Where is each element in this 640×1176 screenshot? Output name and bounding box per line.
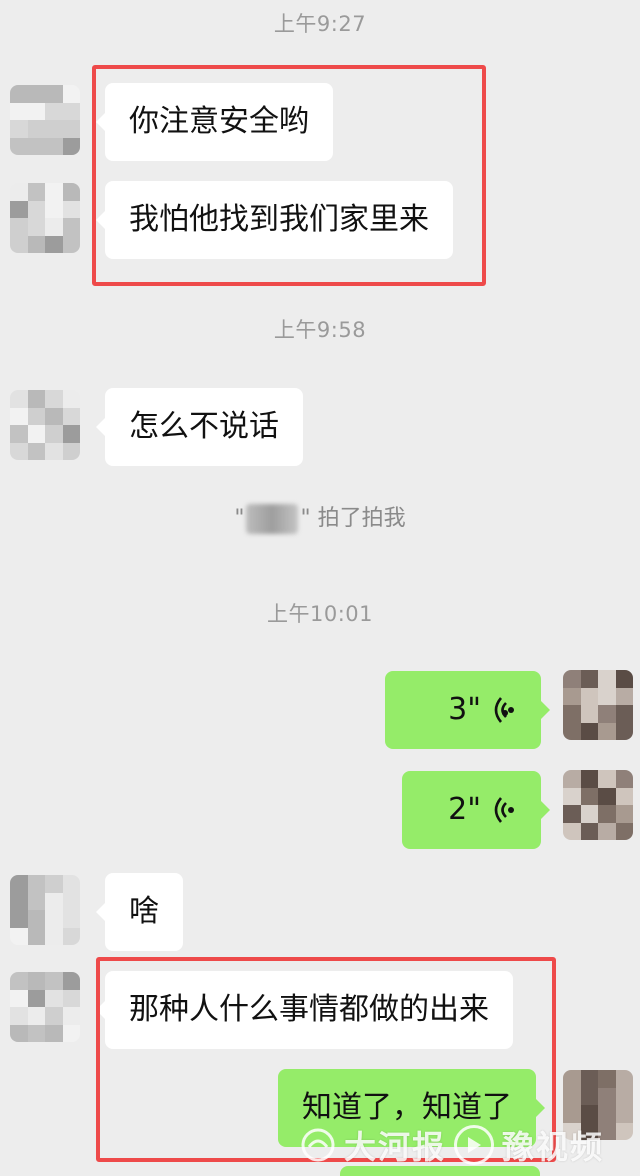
play-icon <box>454 1125 495 1165</box>
river-logo-icon <box>301 1128 335 1162</box>
voice-wave-icon <box>494 797 514 823</box>
my-avatar[interactable] <box>563 770 633 840</box>
watermark-brand: 豫视频 <box>502 1128 605 1166</box>
redacted-name <box>246 504 299 534</box>
contact-avatar[interactable] <box>10 875 80 945</box>
system-quote: " <box>300 506 311 531</box>
voice-duration: 2" <box>448 792 481 827</box>
timestamp: 上午9:27 <box>273 12 367 36</box>
my-avatar[interactable] <box>563 670 633 740</box>
message-bubble-incoming[interactable]: 怎么不说话 <box>96 388 303 466</box>
timestamp: 上午9:58 <box>273 318 367 342</box>
contact-avatar[interactable] <box>10 183 80 253</box>
voice-duration: 3" <box>448 692 481 727</box>
message-bubble-incoming[interactable]: 啥 <box>96 873 183 951</box>
system-message: " " 拍了拍我 <box>0 500 640 534</box>
voice-message[interactable]: 2" <box>402 771 550 849</box>
timestamp: 上午10:01 <box>266 602 374 626</box>
watermark: 大河报 豫视频 <box>300 1120 630 1170</box>
watermark-brand: 大河报 <box>344 1128 447 1166</box>
contact-avatar[interactable] <box>10 85 80 155</box>
contact-avatar[interactable] <box>10 390 80 460</box>
system-action-text: 拍了拍我 <box>317 506 406 531</box>
system-quote: " <box>234 506 245 531</box>
highlight-box <box>92 65 486 286</box>
contact-avatar[interactable] <box>10 972 80 1042</box>
voice-message[interactable]: 3" <box>385 671 550 749</box>
voice-wave-icon <box>494 697 514 723</box>
